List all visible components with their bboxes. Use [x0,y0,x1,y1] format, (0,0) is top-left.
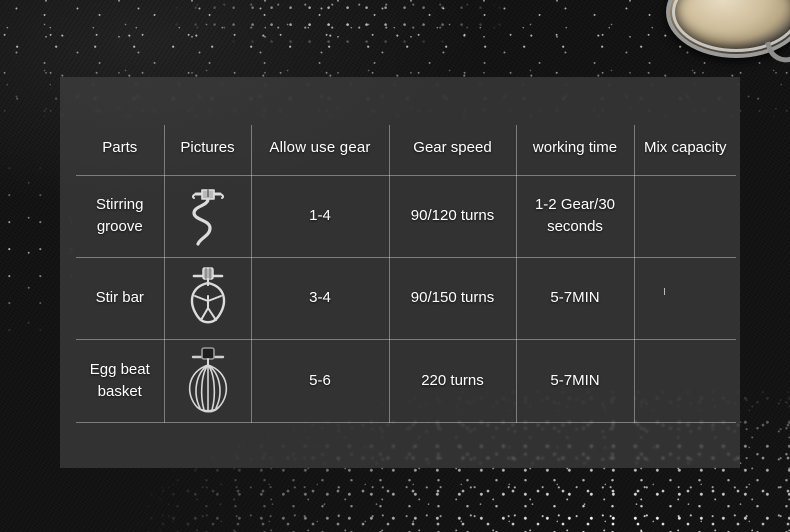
cell-allow-use-gear: 5-6 [251,339,390,423]
cell-picture [164,339,252,423]
flat-beater-icon [190,267,225,324]
cell-mix-capacity [634,175,736,258]
cell-mix-capacity [634,257,736,340]
cell-allow-use-gear: 1-4 [251,175,390,258]
header-parts: Parts [76,125,165,176]
dough-hook-icon [191,189,224,246]
cell-working-time: 5-7MIN [516,257,635,340]
cell-picture [164,175,252,258]
stray-mark [664,288,665,295]
header-gear-speed: Gear speed [389,125,517,176]
cell-parts: Egg beat basket [76,339,165,423]
balloon-whisk-icon [188,346,227,413]
cell-gear-speed: 90/150 turns [389,257,517,340]
cell-parts: Stir bar [76,257,165,340]
cell-allow-use-gear: 3-4 [251,257,390,340]
table-row: Stirring groove 1-4 90/120 turns 1-2 Gea… [76,175,736,258]
cell-mix-capacity [634,339,736,423]
header-allow-use-gear: Allow use gear [251,125,390,176]
spec-panel: Parts Pictures Allow use gear Gear speed… [60,77,740,468]
cell-picture [164,257,252,340]
table-header-row: Parts Pictures Allow use gear Gear speed… [76,125,736,176]
header-pictures: Pictures [164,125,252,176]
mixing-bowl [666,0,790,68]
attachment-spec-table: Parts Pictures Allow use gear Gear speed… [76,125,736,423]
cell-gear-speed: 220 turns [389,339,517,423]
table-row: Egg beat basket 5-6 220 turns 5-7MIN [76,339,736,423]
cell-parts: Stirring groove [76,175,165,258]
product-spec-image: Parts Pictures Allow use gear Gear speed… [0,0,790,532]
header-mix-capacity: Mix capacity [634,125,736,176]
table-row: Stir bar 3-4 90/150 turns 5-7MIN [76,257,736,340]
cell-working-time: 1-2 Gear/30 seconds [516,175,635,258]
header-working-time: working time [516,125,635,176]
cell-gear-speed: 90/120 turns [389,175,517,258]
cell-working-time: 5-7MIN [516,339,635,423]
